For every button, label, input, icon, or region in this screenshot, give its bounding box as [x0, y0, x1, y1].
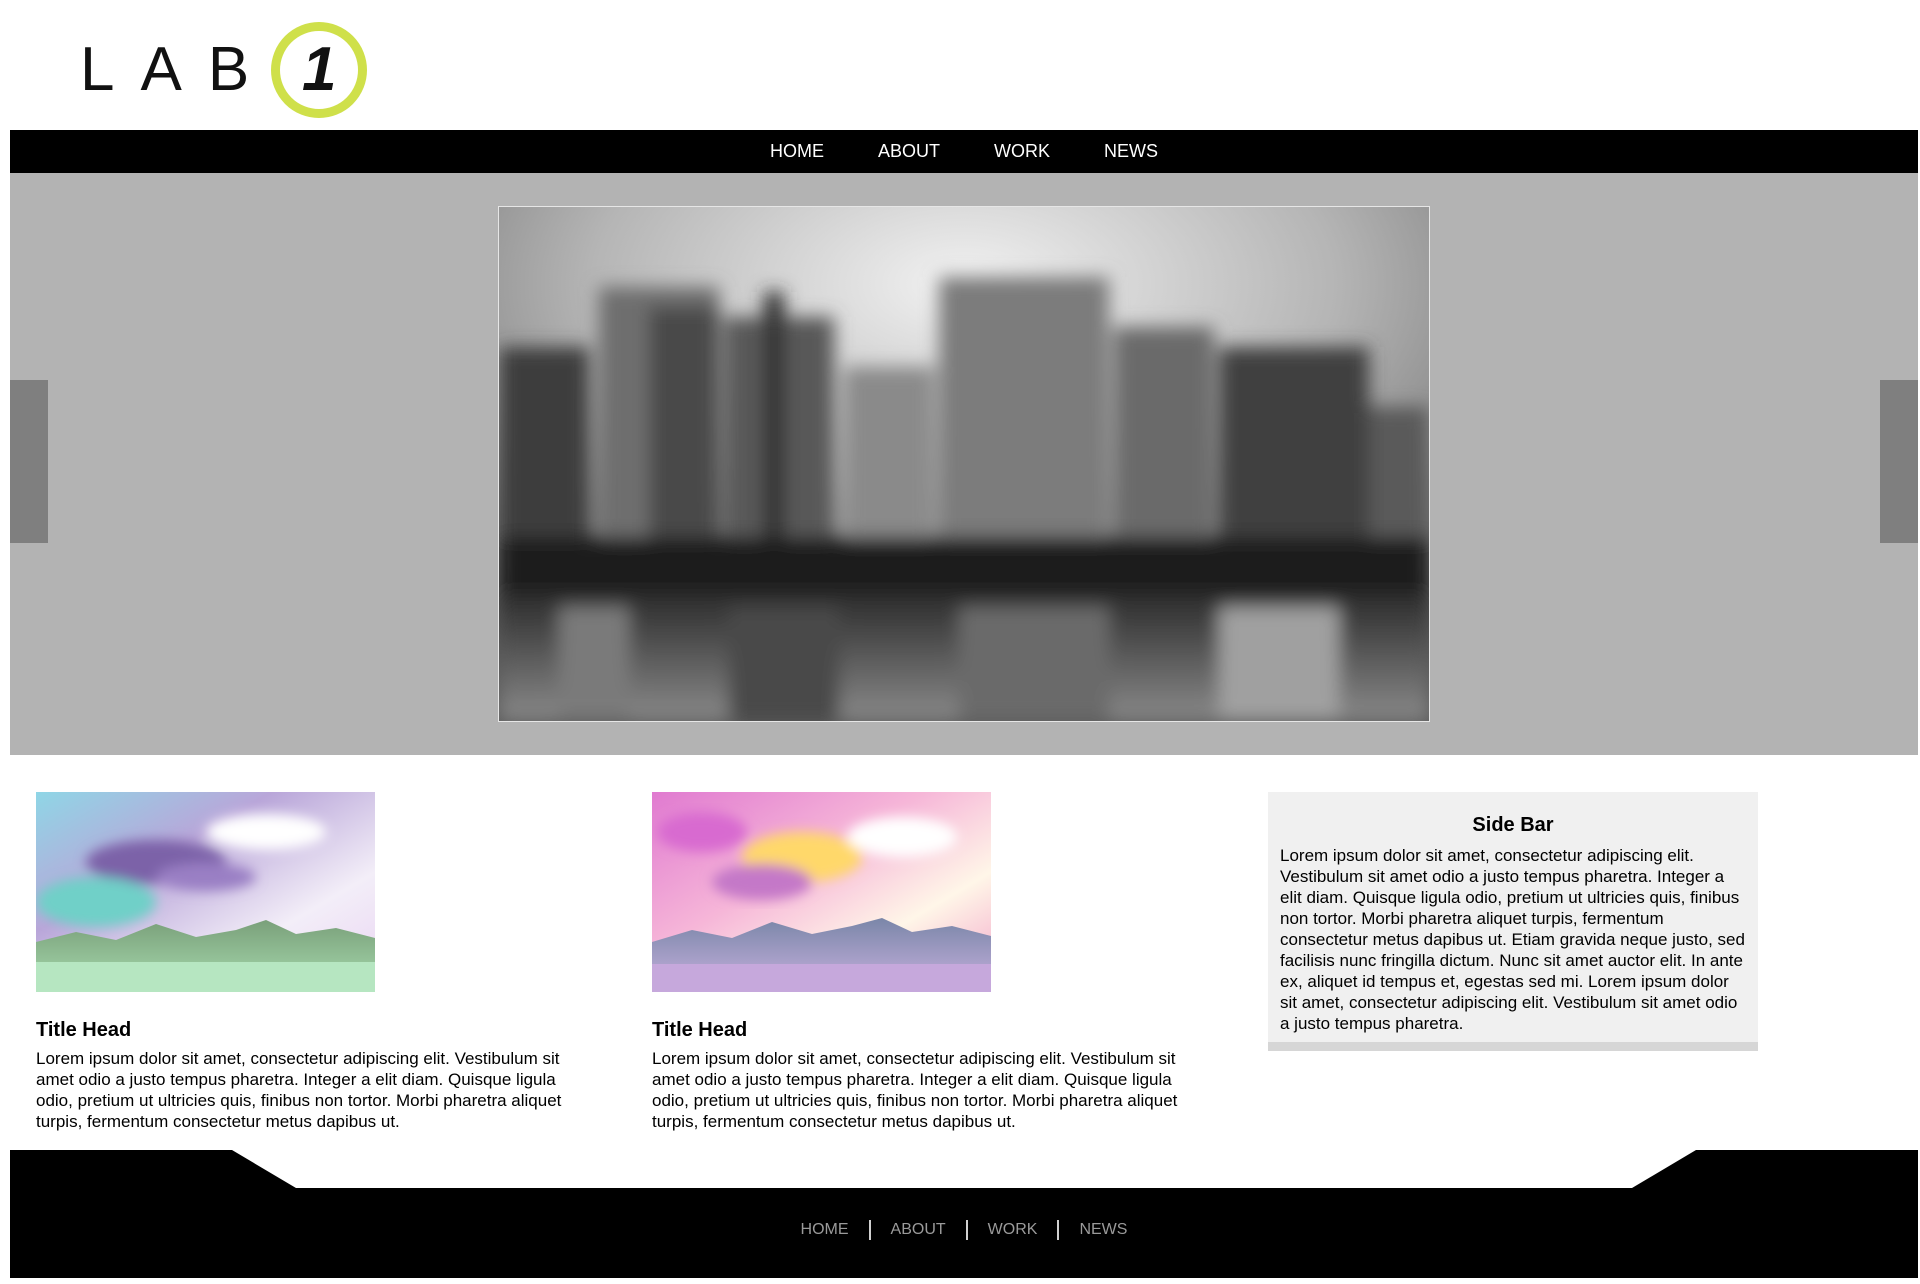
- city-skyline-image: [499, 207, 1429, 721]
- page: LAB 1 HOME ABOUT WORK NEWS Title Head Lo…: [10, 0, 1918, 1284]
- article-thumbnail: [36, 792, 375, 992]
- article-thumbnail: [652, 792, 991, 992]
- article-card: Title Head Lorem ipsum dolor sit amet, c…: [652, 792, 1212, 1132]
- aurora-landscape-image: [36, 792, 375, 992]
- nav-news-link[interactable]: NEWS: [1104, 141, 1158, 162]
- sidebar-title: Side Bar: [1472, 814, 1554, 836]
- main-nav: HOME ABOUT WORK NEWS: [10, 130, 1918, 173]
- slider-next-button[interactable]: [1880, 380, 1918, 543]
- footer-background: [10, 1150, 1918, 1278]
- sidebar: Side Bar Lorem ipsum dolor sit amet, con…: [1268, 792, 1758, 1051]
- footer-home-link[interactable]: HOME: [781, 1221, 869, 1239]
- logo-text: LAB: [80, 35, 276, 104]
- logo-ring-icon: 1: [271, 21, 368, 118]
- article-body: Lorem ipsum dolor sit amet, consectetur …: [652, 1049, 1178, 1131]
- article-title: Title Head: [36, 1019, 132, 1041]
- slider-prev-button[interactable]: [10, 380, 48, 543]
- footer-work-link[interactable]: WORK: [968, 1221, 1058, 1239]
- nav-home-link[interactable]: HOME: [770, 141, 824, 162]
- site-footer: HOME ABOUT WORK NEWS: [10, 1150, 1918, 1278]
- site-logo[interactable]: LAB 1: [80, 21, 368, 118]
- footer-news-link[interactable]: NEWS: [1059, 1221, 1147, 1239]
- hero-image: [498, 206, 1430, 722]
- article-title: Title Head: [652, 1019, 748, 1041]
- article-body: Lorem ipsum dolor sit amet, consectetur …: [36, 1049, 562, 1131]
- nav-about-link[interactable]: ABOUT: [878, 141, 940, 162]
- logo-number: 1: [301, 34, 337, 104]
- hero-slider: [10, 173, 1918, 755]
- footer-about-link[interactable]: ABOUT: [871, 1221, 966, 1239]
- nav-work-link[interactable]: WORK: [994, 141, 1050, 162]
- footer-nav: HOME ABOUT WORK NEWS: [10, 1220, 1918, 1240]
- sidebar-body: Lorem ipsum dolor sit amet, consectetur …: [1280, 846, 1745, 1033]
- article-card: Title Head Lorem ipsum dolor sit amet, c…: [36, 792, 596, 1132]
- sunset-landscape-image: [652, 792, 991, 992]
